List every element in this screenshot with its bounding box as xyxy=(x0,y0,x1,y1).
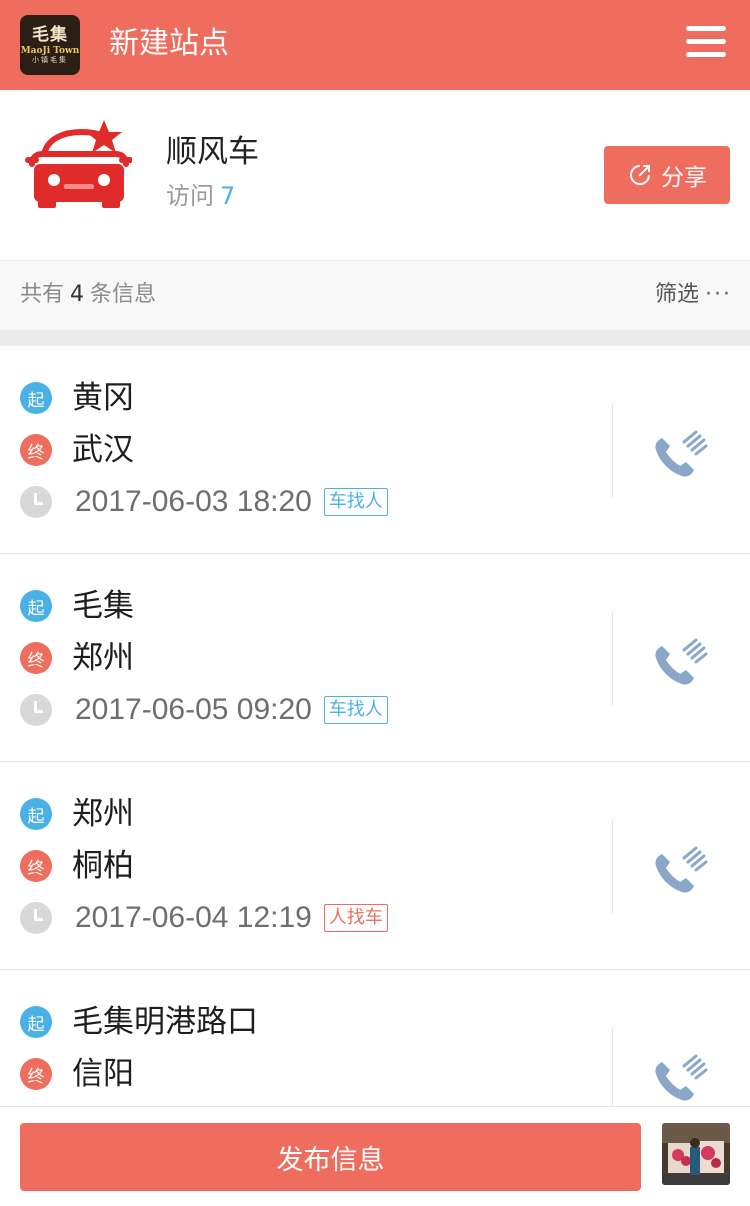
departure-time: 2017-06-04 12:19 xyxy=(75,901,312,934)
destination-text: 郑州 xyxy=(72,640,134,676)
publish-button[interactable]: 发布信息 xyxy=(20,1123,641,1191)
end-badge: 终 xyxy=(20,850,52,882)
share-icon xyxy=(630,165,650,185)
origin-row: 起 郑州 xyxy=(20,794,134,834)
section-divider xyxy=(0,330,750,346)
info-count: 共有 4 条信息 xyxy=(20,279,156,311)
start-badge: 起 xyxy=(20,590,52,622)
visit-count: 访问 7 xyxy=(166,180,235,212)
share-button[interactable]: 分享 xyxy=(604,146,730,204)
time-row: 2017-06-05 09:20 车找人 xyxy=(20,690,388,730)
filter-button[interactable]: 筛选 ··· xyxy=(655,279,732,311)
ride-item[interactable]: 起 郑州 终 桐柏 2017-06-04 12:19 人找车 xyxy=(0,762,750,970)
count-prefix: 共有 xyxy=(20,282,65,307)
destination-row: 终 桐柏 xyxy=(20,846,134,886)
origin-row: 起 毛集明港路口 xyxy=(20,1002,258,1042)
menu-icon[interactable] xyxy=(686,26,726,60)
ride-item[interactable]: 起 黄冈 终 武汉 2017-06-03 18:20 车找人 xyxy=(0,346,750,554)
phone-call-icon[interactable] xyxy=(650,844,710,900)
start-badge: 起 xyxy=(20,1006,52,1038)
visit-number: 7 xyxy=(220,182,236,210)
vertical-divider xyxy=(612,820,613,914)
departure-time: 2017-06-05 09:20 xyxy=(75,693,312,726)
origin-text: 毛集 xyxy=(72,588,134,624)
more-dots-icon: ··· xyxy=(705,282,732,307)
app-logo[interactable]: 毛集 MaoJi Town 小镇毛集 xyxy=(20,15,80,75)
start-badge: 起 xyxy=(20,382,52,414)
user-avatar[interactable] xyxy=(662,1123,730,1185)
count-number: 4 xyxy=(70,282,85,307)
ride-type-tag: 车找人 xyxy=(323,696,388,724)
end-badge: 终 xyxy=(20,1058,52,1090)
car-star-icon xyxy=(25,120,132,208)
logo-small-text: 小镇毛集 xyxy=(32,55,68,64)
bottom-bar: 发布信息 xyxy=(0,1106,750,1206)
vertical-divider xyxy=(612,404,613,498)
app-header: 毛集 MaoJi Town 小镇毛集 新建站点 xyxy=(0,0,750,90)
ride-type-tag: 人找车 xyxy=(323,904,388,932)
logo-main-text: 毛集 xyxy=(32,24,68,45)
departure-time: 2017-06-03 18:20 xyxy=(75,485,312,518)
destination-row: 终 信阳 xyxy=(20,1054,134,1094)
origin-row: 起 毛集 xyxy=(20,586,134,626)
visit-label: 访问 xyxy=(166,182,214,210)
clock-icon xyxy=(20,902,52,934)
phone-call-icon[interactable] xyxy=(650,428,710,484)
clock-icon xyxy=(20,486,52,518)
filter-label: 筛选 xyxy=(655,282,700,307)
summary-bar: 共有 4 条信息 筛选 ··· xyxy=(0,260,750,330)
origin-text: 郑州 xyxy=(72,796,134,832)
share-label: 分享 xyxy=(661,165,707,191)
origin-text: 黄冈 xyxy=(72,380,134,416)
start-badge: 起 xyxy=(20,798,52,830)
time-row: 2017-06-03 18:20 车找人 xyxy=(20,482,388,522)
station-card: 顺风车 访问 7 分享 xyxy=(0,90,750,260)
ride-type-tag: 车找人 xyxy=(323,488,388,516)
vertical-divider xyxy=(612,612,613,706)
origin-row: 起 黄冈 xyxy=(20,378,134,418)
phone-call-icon[interactable] xyxy=(650,636,710,692)
station-name: 顺风车 xyxy=(166,134,259,170)
destination-text: 武汉 xyxy=(72,432,134,468)
destination-text: 信阳 xyxy=(72,1056,134,1092)
ride-list: 起 黄冈 终 武汉 2017-06-03 18:20 车找人 起 毛集 终 郑州 xyxy=(0,346,750,1106)
ride-item[interactable]: 起 毛集 终 郑州 2017-06-05 09:20 车找人 xyxy=(0,554,750,762)
logo-sub-text: MaoJi Town xyxy=(20,45,80,56)
vertical-divider xyxy=(612,1028,613,1106)
destination-row: 终 郑州 xyxy=(20,638,134,678)
page-title: 新建站点 xyxy=(109,26,229,61)
destination-text: 桐柏 xyxy=(72,848,134,884)
end-badge: 终 xyxy=(20,434,52,466)
phone-call-icon[interactable] xyxy=(650,1052,710,1106)
ride-item[interactable]: 起 毛集明港路口 终 信阳 xyxy=(0,970,750,1106)
end-badge: 终 xyxy=(20,642,52,674)
time-row: 2017-06-04 12:19 人找车 xyxy=(20,898,388,938)
destination-row: 终 武汉 xyxy=(20,430,134,470)
count-suffix: 条信息 xyxy=(90,282,157,307)
origin-text: 毛集明港路口 xyxy=(72,1004,258,1040)
clock-icon xyxy=(20,694,52,726)
